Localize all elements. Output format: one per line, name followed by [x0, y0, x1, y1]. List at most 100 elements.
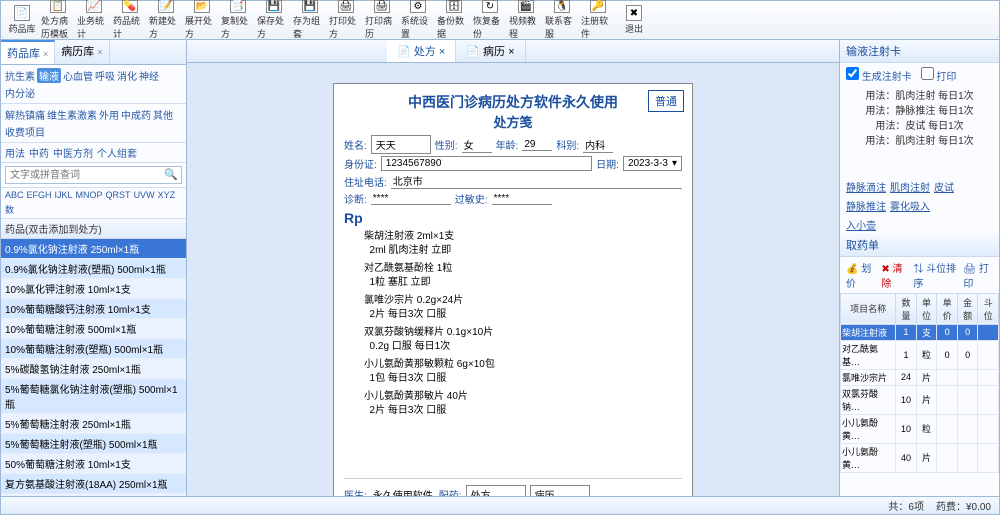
filter-item[interactable]: UVW — [134, 190, 155, 200]
drug-item[interactable]: 复方氨基酸注射液(18AA) 250ml×1瓶 — [1, 474, 186, 494]
filter-item[interactable]: MNOP — [76, 190, 103, 200]
med-row[interactable]: 柴胡注射液1支00 — [841, 324, 999, 340]
doctor[interactable]: 永久使用软件 — [371, 487, 435, 497]
filter-item[interactable]: 数 — [5, 203, 14, 216]
med-row[interactable]: 小儿氨酚黄…10粒 — [841, 414, 999, 443]
drug-item[interactable]: 50%葡萄糖注射液 10ml×1支 — [1, 454, 186, 474]
close-icon[interactable]: × — [439, 46, 445, 58]
drug-item[interactable]: 10%氯化钾注射液 10ml×1支 — [1, 279, 186, 299]
close-icon[interactable]: × — [43, 49, 48, 59]
history-btn[interactable]: 病历 — [530, 485, 590, 496]
close-icon[interactable]: × — [97, 47, 102, 57]
toolbar-联系客服[interactable]: 🐧联系客服 — [545, 3, 579, 37]
filter-item[interactable]: 维生素激素 — [47, 107, 97, 122]
toolbar-系统设置[interactable]: ⚙系统设置 — [401, 3, 435, 37]
filter-item[interactable]: 消化 — [117, 68, 137, 83]
patient-sex[interactable]: 女 — [462, 137, 492, 153]
filter-item[interactable]: 抗生素 — [5, 68, 35, 83]
xiaohu-link[interactable]: 入小壶 — [846, 217, 876, 232]
center-tab[interactable]: 📄 病历 × — [456, 40, 525, 62]
toolbar-保存处方[interactable]: 💾保存处方 — [257, 3, 291, 37]
filter-item[interactable]: ABC — [5, 190, 24, 200]
toolbar-业务统计[interactable]: 📈业务统计 — [77, 3, 111, 37]
clear-btn[interactable]: ✖ 清除 — [881, 260, 907, 290]
toolbar-恢复备份[interactable]: ↻恢复备份 — [473, 3, 507, 37]
gen-card-checkbox[interactable]: 生成注射卡 — [846, 72, 912, 83]
rx-item[interactable]: 柴胡注射液 2ml×1支 2ml 肌肉注射 立即 — [364, 230, 682, 258]
filter-item[interactable]: 中药 — [29, 145, 49, 160]
injection-link[interactable]: 静脉推注 — [846, 198, 886, 213]
filter-item[interactable]: 神经 — [139, 68, 159, 83]
filter-item[interactable]: 用法 — [5, 145, 25, 160]
toolbar-新建处方[interactable]: 📝新建处方 — [149, 3, 183, 37]
price-btn[interactable]: 💰 划价 — [846, 260, 875, 290]
filter-item[interactable]: 中医方剂 — [53, 145, 93, 160]
filter-item[interactable]: EFGH — [27, 190, 52, 200]
filter-item[interactable]: QRST — [106, 190, 131, 200]
drug-item[interactable]: 10%葡萄糖注射液(塑瓶) 500ml×1瓶 — [1, 339, 186, 359]
injection-link[interactable]: 静脉滴注 — [846, 179, 886, 194]
calendar-icon[interactable]: ▾ — [672, 158, 677, 169]
toolbar-打印处方[interactable]: 🖨打印处方 — [329, 3, 363, 37]
drug-item[interactable]: 10%葡萄糖酸钙注射液 10ml×1支 — [1, 299, 186, 319]
med-row[interactable]: 氯唯沙宗片24片 — [841, 369, 999, 385]
sort-btn[interactable]: ⇅ 斗位排序 — [913, 260, 957, 290]
injection-link[interactable]: 肌肉注射 — [890, 179, 930, 194]
print-btn[interactable]: 🖨 打印 — [963, 260, 993, 290]
toolbar-退出[interactable]: ✖退出 — [617, 3, 651, 37]
center-tab[interactable]: 📄 处方 × — [387, 40, 456, 62]
toolbar-存为组套[interactable]: 💾存为组套 — [293, 3, 327, 37]
toolbar-处方病历模板[interactable]: 📋处方病历模板 — [41, 3, 75, 37]
injection-link[interactable]: 雾化吸入 — [890, 198, 930, 213]
filter-item[interactable]: 输液 — [37, 68, 61, 83]
drug-item[interactable]: 0.9%氯化钠注射液(塑瓶) 500ml×1瓶 — [1, 259, 186, 279]
toolbar-展开处方[interactable]: 📂展开处方 — [185, 3, 219, 37]
rx-item[interactable]: 双氯芬酸钠缓释片 0.1g×10片 0.2g 口服 每日1次 — [364, 326, 682, 354]
drug-item[interactable]: 10%葡萄糖注射液 500ml×1瓶 — [1, 319, 186, 339]
rx-item[interactable]: 对乙酰氨基酚栓 1粒 1粒 塞肛 立即 — [364, 262, 682, 290]
filter-item[interactable]: XYZ — [158, 190, 176, 200]
left-tab[interactable]: 病历库× — [55, 40, 109, 64]
drug-item[interactable]: 5%葡萄糖氯化钠注射液(塑瓶) 500ml×1瓶 — [1, 379, 186, 414]
filter-item[interactable]: 个人组套 — [97, 145, 137, 160]
drug-item[interactable]: 5%碳酸氢钠注射液 250ml×1瓶 — [1, 359, 186, 379]
drug-search-input[interactable] — [5, 166, 182, 184]
filter-item[interactable]: 内分泌 — [5, 85, 35, 100]
rx-item[interactable]: 小儿氨酚黄那敏片 40片 2片 每日3次 口服 — [364, 390, 682, 418]
filter-item[interactable]: 心血管 — [63, 68, 93, 83]
diagnosis[interactable]: **** — [371, 193, 451, 205]
allergy[interactable]: **** — [492, 193, 552, 205]
toolbar-打印病历[interactable]: 🖨打印病历 — [365, 3, 399, 37]
drug-item[interactable]: 5%葡萄糖注射液(塑瓶) 500ml×1瓶 — [1, 434, 186, 454]
filter-item[interactable]: 解热镇痛 — [5, 107, 45, 122]
med-row[interactable]: 对乙酰氨基…1粒00 — [841, 340, 999, 369]
rx-date[interactable]: 2023-3-3▾ — [623, 156, 682, 171]
rx-item[interactable]: 氯唯沙宗片 0.2g×24片 2片 每日3次 口服 — [364, 294, 682, 322]
injection-link[interactable]: 皮试 — [934, 179, 954, 194]
print-card-checkbox[interactable]: 打印 — [921, 72, 957, 83]
patient-addr[interactable]: 北京市 — [391, 173, 682, 189]
dept[interactable]: 内科 — [583, 137, 613, 153]
patient-id[interactable]: 1234567890 — [381, 156, 592, 171]
left-tab[interactable]: 药品库× — [1, 40, 55, 64]
patient-age[interactable]: 29 — [522, 139, 552, 151]
filter-item[interactable]: 外用 — [99, 107, 119, 122]
toolbar-备份数据[interactable]: 🗄备份数据 — [437, 3, 471, 37]
med-row[interactable]: 双氯芬酸钠…10片 — [841, 385, 999, 414]
filter-item[interactable]: IJKL — [55, 190, 73, 200]
med-row[interactable]: 小儿氨酚黄…40片 — [841, 443, 999, 472]
rx-item[interactable]: 小儿氨酚黄那敏颗粒 6g×10包 1包 每日3次 口服 — [364, 358, 682, 386]
drug-item[interactable]: 5%葡萄糖注射液 250ml×1瓶 — [1, 414, 186, 434]
patient-name[interactable]: 天天 — [371, 135, 431, 154]
filter-item[interactable]: 呼吸 — [95, 68, 115, 83]
toolbar-复制处方[interactable]: 📑复制处方 — [221, 3, 255, 37]
filter-item[interactable]: 中成药 — [121, 107, 151, 122]
dispense[interactable]: 处方 — [466, 485, 526, 496]
filter-item[interactable]: 其他 — [153, 107, 173, 122]
search-icon[interactable]: 🔍 — [164, 168, 178, 181]
toolbar-视频教程[interactable]: 🎬视频教程 — [509, 3, 543, 37]
toolbar-注册软件[interactable]: 🔑注册软件 — [581, 3, 615, 37]
drug-item[interactable]: 0.9%氯化钠注射液 250ml×1瓶 — [1, 239, 186, 259]
toolbar-药品统计[interactable]: 💊药品统计 — [113, 3, 147, 37]
filter-item[interactable]: 收费项目 — [5, 124, 45, 139]
